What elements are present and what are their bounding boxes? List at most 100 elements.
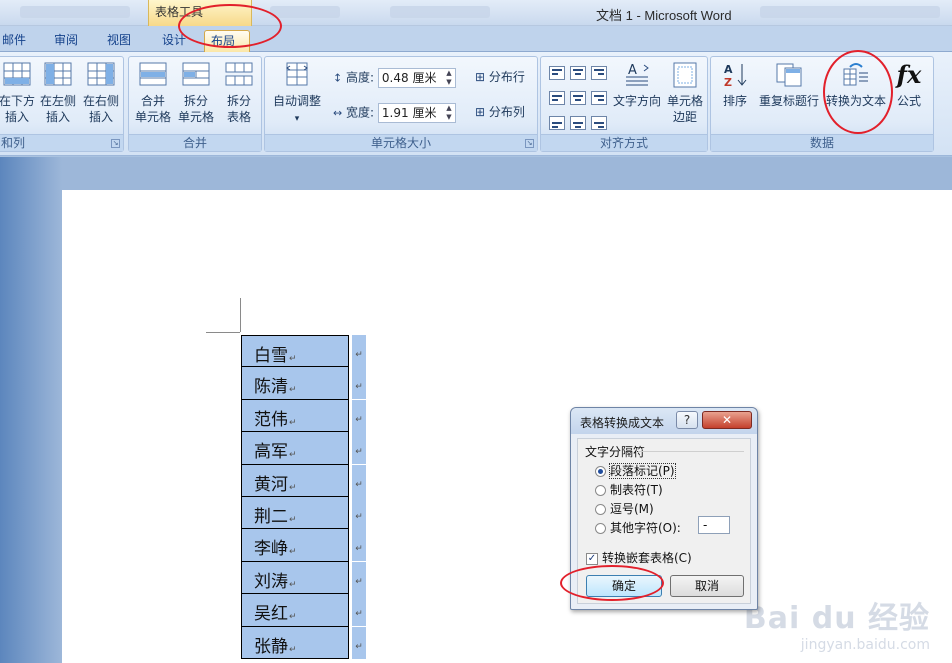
ok-button[interactable]: 确定 xyxy=(586,575,662,597)
taskbar-blur xyxy=(760,6,940,18)
distribute-columns-icon: ⊞ xyxy=(475,105,486,119)
document-area[interactable]: 白雪↵ 陈清↵ 范伟↵ 高军↵ 黄河↵ 荆二↵ 李峥↵ 刘涛↵ 吴红↵ 张静↵ ↵ ↵ ↵ ↵ ↵ ↵ ↵ ↵ ↵… xyxy=(0,157,952,663)
group-alignment: A 文字方向 单元格 边距 对齐方式 xyxy=(540,56,708,152)
tab-mailings[interactable]: 邮件 xyxy=(0,30,32,52)
cell-margins-label: 单元格 边距 xyxy=(666,94,703,124)
height-spinner-icon[interactable]: ▲ ▼ xyxy=(443,69,455,87)
align-top-center-icon[interactable] xyxy=(570,66,586,80)
distribute-rows-label: 分布行 xyxy=(488,70,525,84)
row-end-mark-icon: ↵ xyxy=(352,497,366,529)
radio-selected-icon[interactable] xyxy=(595,466,606,477)
row-end-mark-icon: ↵ xyxy=(352,432,366,465)
insert-below-icon xyxy=(3,62,31,86)
document-page[interactable]: 白雪↵ 陈清↵ 范伟↵ 高军↵ 黄河↵ 荆二↵ 李峥↵ 刘涛↵ 吴红↵ 张静↵ ↵ ↵ ↵ ↵ ↵ ↵ ↵ ↵ ↵… xyxy=(62,190,952,663)
formula-button[interactable]: fx 公式 xyxy=(891,61,927,109)
insert-right-button[interactable]: 在右侧 插入 xyxy=(80,61,122,125)
tab-layout[interactable]: 布局 xyxy=(204,30,250,52)
taskbar-blur xyxy=(390,6,490,18)
split-table-button[interactable]: 拆分 表格 xyxy=(218,61,260,125)
insert-below-button[interactable]: 在下方 插入 xyxy=(0,61,37,125)
align-bottom-center-icon[interactable] xyxy=(570,116,586,130)
ribbon-tabs: 邮件 审阅 视图 设计 布局 xyxy=(0,26,952,52)
cell-end-mark-icon: ↵ xyxy=(289,450,297,461)
watermark-brand: Bai du 经验 xyxy=(743,601,930,636)
cell-text: 白雪↵ xyxy=(254,346,297,366)
width-row: ↔ 宽度: 1.91 厘米 ▲ ▼ xyxy=(333,103,456,123)
tab-design[interactable]: 设计 xyxy=(156,30,192,52)
table-row[interactable]: 李峥↵ xyxy=(241,529,349,562)
align-middle-center-icon[interactable] xyxy=(570,91,586,105)
text-direction-icon: A xyxy=(626,63,649,86)
cell-margins-icon xyxy=(673,62,697,88)
radio-comma[interactable]: 逗号(M) xyxy=(595,500,654,517)
table-row[interactable]: 高军↵ xyxy=(241,432,349,465)
autofit-button[interactable]: 自动调整 ▾ xyxy=(269,61,325,127)
align-bottom-right-icon[interactable] xyxy=(591,116,607,130)
align-bottom-left-icon[interactable] xyxy=(549,116,565,130)
sort-button[interactable]: AZ 排序 xyxy=(717,61,753,109)
repeat-header-button[interactable]: 重复标题行 xyxy=(757,61,821,109)
radio-tab[interactable]: 制表符(T) xyxy=(595,481,663,498)
align-top-left-icon[interactable] xyxy=(549,66,565,80)
height-input[interactable]: 0.48 厘米 ▲ ▼ xyxy=(377,68,456,88)
distribute-columns-button[interactable]: ⊞ 分布列 xyxy=(475,103,525,121)
insert-right-label: 在右侧 插入 xyxy=(82,94,119,124)
merge-cells-label: 合并 单元格 xyxy=(134,94,171,124)
align-middle-right-icon[interactable] xyxy=(591,91,607,105)
group-rows-columns: 在下方 插入 在左侧 插入 在右侧 插入 和列 ↘ xyxy=(0,56,124,152)
radio-other[interactable]: 其他字符(O): xyxy=(595,519,681,536)
merge-cells-button[interactable]: 合并 单元格 xyxy=(132,61,174,125)
radio-icon[interactable] xyxy=(595,485,606,496)
insert-left-button[interactable]: 在左侧 插入 xyxy=(38,61,78,125)
convert-nested-checkbox[interactable]: ✓ 转换嵌套表格(C) xyxy=(586,549,692,566)
dialog-title-bar[interactable]: 表格转换成文本 ? ✕ xyxy=(571,408,757,434)
word-table[interactable]: 白雪↵ 陈清↵ 范伟↵ 高军↵ 黄河↵ 荆二↵ 李峥↵ 刘涛↵ 吴红↵ 张静↵ xyxy=(241,335,349,659)
width-input[interactable]: 1.91 厘米 ▲ ▼ xyxy=(377,103,456,123)
cancel-button[interactable]: 取消 xyxy=(670,575,744,597)
group-data-label: 数据 xyxy=(711,134,933,151)
checkmark-icon[interactable]: ✓ xyxy=(586,552,598,565)
row-end-mark-icon: ↵ xyxy=(352,626,366,659)
dialog-launcher-icon[interactable]: ↘ xyxy=(111,139,120,148)
dialog-title: 表格转换成文本 xyxy=(580,416,665,430)
distribute-rows-icon: ⊞ xyxy=(475,70,486,84)
radio-icon[interactable] xyxy=(595,523,606,534)
autofit-label: 自动调整 xyxy=(272,94,321,108)
table-row[interactable]: 黄河↵ xyxy=(241,464,349,497)
tab-review[interactable]: 审阅 xyxy=(48,30,84,52)
convert-to-text-button[interactable]: 转换为文本 xyxy=(823,61,889,109)
cell-text: 荆二↵ xyxy=(254,506,297,527)
title-bar: 表格工具 文档 1 - Microsoft Word xyxy=(0,0,952,26)
width-spinner-icon[interactable]: ▲ ▼ xyxy=(443,104,455,122)
other-char-input[interactable]: - xyxy=(698,516,730,534)
cell-margins-button[interactable]: 单元格 边距 xyxy=(663,61,707,125)
dialog-launcher-icon[interactable]: ↘ xyxy=(525,139,534,148)
table-row[interactable]: 白雪↵ xyxy=(241,335,349,368)
distribute-rows-button[interactable]: ⊞ 分布行 xyxy=(475,68,525,86)
table-row[interactable]: 张静↵ xyxy=(241,626,349,659)
align-top-right-icon[interactable] xyxy=(591,66,607,80)
text-direction-button[interactable]: A 文字方向 xyxy=(611,61,663,109)
repeat-header-icon xyxy=(776,63,802,87)
convert-table-dialog: 表格转换成文本 ? ✕ 文字分隔符 段落标记(P) 制表符(T) 逗号(M) 其… xyxy=(570,407,758,610)
table-row[interactable]: 范伟↵ xyxy=(241,399,349,433)
split-cells-button[interactable]: 拆分 单元格 xyxy=(175,61,217,125)
row-end-mark-icon: ↵ xyxy=(352,561,366,594)
radio-icon[interactable] xyxy=(595,504,606,515)
divider xyxy=(638,451,744,452)
align-middle-left-icon[interactable] xyxy=(549,91,565,105)
dialog-body: 文字分隔符 段落标记(P) 制表符(T) 逗号(M) 其他字符(O): - ✓ 转… xyxy=(577,438,751,604)
table-row[interactable]: 刘涛↵ xyxy=(241,561,349,595)
table-row[interactable]: 吴红↵ xyxy=(241,594,349,627)
group-alignment-label: 对齐方式 xyxy=(541,134,707,151)
close-button[interactable]: ✕ xyxy=(702,411,752,429)
tab-view[interactable]: 视图 xyxy=(101,30,137,52)
table-row[interactable]: 荆二↵ xyxy=(241,496,349,530)
help-button[interactable]: ? xyxy=(676,411,698,429)
cell-end-mark-icon: ↵ xyxy=(289,612,297,623)
radio-paragraph-mark[interactable]: 段落标记(P) xyxy=(595,462,676,479)
svg-text:A: A xyxy=(724,63,733,76)
ribbon: 在下方 插入 在左侧 插入 在右侧 插入 和列 ↘ 合并 单元格 拆分 单元格 … xyxy=(0,52,952,156)
table-tools-label: 表格工具 xyxy=(155,5,204,19)
table-row[interactable]: 陈清↵ xyxy=(241,367,349,400)
